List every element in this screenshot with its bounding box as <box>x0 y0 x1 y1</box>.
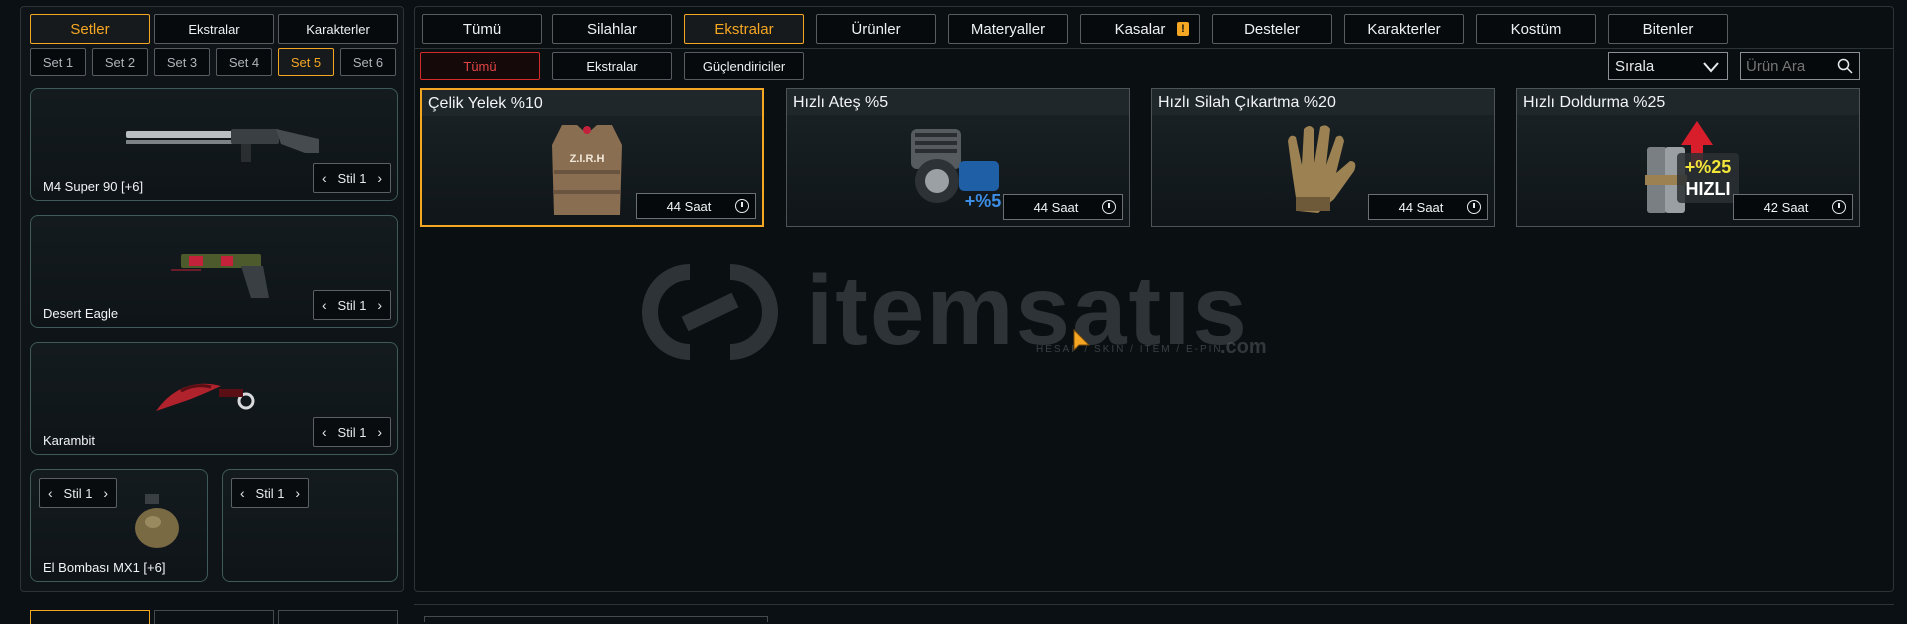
chevron-left-icon[interactable]: ‹ <box>240 485 245 501</box>
chevron-down-icon <box>1703 62 1719 73</box>
item-slot-m4[interactable]: M4 Super 90 [+6] ‹ Stil 1 › <box>30 88 398 201</box>
time-label: 44 Saat <box>666 198 712 214</box>
tab-kasalar[interactable]: Kasalar ! <box>1080 14 1200 44</box>
grenade-icon <box>135 494 179 548</box>
magazine-icon: +%25 HIZLI <box>1645 121 1739 213</box>
vest-icon: Z.I.R.H <box>552 125 622 215</box>
style-selector[interactable]: ‹ Stil 1 › <box>313 290 391 320</box>
pistol-icon <box>171 254 269 298</box>
time-remaining: 44 Saat <box>1003 194 1123 220</box>
chevron-left-icon[interactable]: ‹ <box>322 170 327 186</box>
card-title: Hızlı Doldurma %25 <box>1517 89 1859 115</box>
card-title: Hızlı Ateş %5 <box>787 89 1129 115</box>
tab-karakterler[interactable]: Karakterler <box>1344 14 1464 44</box>
time-label: 44 Saat <box>1033 199 1079 215</box>
subtab-tumu[interactable]: Tümü <box>420 52 540 80</box>
style-selector[interactable]: ‹ Stil 1 › <box>313 417 391 447</box>
vest-badge: Z.I.R.H <box>570 153 605 165</box>
card-title: Çelik Yelek %10 <box>422 90 762 116</box>
card-title: Hızlı Silah Çıkartma %20 <box>1152 89 1494 115</box>
tab-urunler[interactable]: Ürünler <box>816 14 936 44</box>
karambit-icon <box>156 383 255 411</box>
item-name: El Bombası MX1 [+6] <box>43 560 166 575</box>
time-label: 42 Saat <box>1763 199 1809 215</box>
engine-icon: +%5 <box>911 129 1002 211</box>
sort-dropdown[interactable]: Sırala <box>1608 52 1728 80</box>
style-selector[interactable]: ‹ Stil 1 › <box>313 163 391 193</box>
chevron-right-icon[interactable]: › <box>377 170 382 186</box>
watermark-logo-icon <box>642 264 778 360</box>
search-box[interactable] <box>1740 52 1860 80</box>
magazine-badge-top: +%25 <box>1685 157 1732 177</box>
item-slot-deagle[interactable]: Desert Eagle ‹ Stil 1 › <box>30 215 398 328</box>
glove-icon <box>1288 125 1356 213</box>
magazine-badge-bottom: HIZLI <box>1686 179 1731 199</box>
style-label: Stil 1 <box>337 170 367 186</box>
tab-silahlar[interactable]: Silahlar <box>552 14 672 44</box>
chevron-right-icon[interactable]: › <box>103 485 108 501</box>
time-remaining: 42 Saat <box>1733 194 1853 220</box>
main-divider <box>414 48 1894 49</box>
time-label: 44 Saat <box>1398 199 1444 215</box>
style-selector[interactable]: ‹ Stil 1 › <box>39 478 117 508</box>
item-name: Karambit <box>43 433 96 448</box>
watermark-tagline: HESAP / SKIN / ITEM / E-PIN <box>1036 344 1223 355</box>
set-tab-6[interactable]: Set 6 <box>340 48 396 76</box>
tab-materyaller[interactable]: Materyaller <box>948 14 1068 44</box>
tab-bitenler[interactable]: Bitenler <box>1608 14 1728 44</box>
clock-icon <box>1102 200 1116 214</box>
style-label: Stil 1 <box>63 485 93 501</box>
watermark-domain: .com <box>1220 336 1267 358</box>
card-celik-yelek[interactable]: Çelik Yelek %10 Z.I.R.H 44 Saat <box>420 88 764 227</box>
chevron-left-icon[interactable]: ‹ <box>48 485 53 501</box>
item-name: Desert Eagle <box>43 306 119 321</box>
card-hizli-silah-cikartma[interactable]: Hızlı Silah Çıkartma %20 44 Saat <box>1151 88 1495 227</box>
set-tab-2[interactable]: Set 2 <box>92 48 148 76</box>
tab-ekstralar-left[interactable]: Ekstralar <box>154 14 274 44</box>
chevron-left-icon[interactable]: ‹ <box>322 424 327 440</box>
chevron-right-icon[interactable]: › <box>377 424 382 440</box>
chevron-left-icon[interactable]: ‹ <box>322 297 327 313</box>
style-label: Stil 1 <box>255 485 285 501</box>
set-tab-1[interactable]: Set 1 <box>30 48 86 76</box>
item-slot-karambit[interactable]: Karambit ‹ Stil 1 › <box>30 342 398 455</box>
clock-icon <box>1467 200 1481 214</box>
set-tab-4[interactable]: Set 4 <box>216 48 272 76</box>
search-input[interactable] <box>1741 53 1833 79</box>
style-selector[interactable]: ‹ Stil 1 › <box>231 478 309 508</box>
tab-karakterler-left[interactable]: Karakterler <box>278 14 398 44</box>
chevron-right-icon[interactable]: › <box>377 297 382 313</box>
shotgun-icon <box>126 129 319 162</box>
style-label: Stil 1 <box>337 297 367 313</box>
style-label: Stil 1 <box>337 424 367 440</box>
tab-ekstralar[interactable]: Ekstralar <box>684 14 804 44</box>
set-tab-5[interactable]: Set 5 <box>278 48 334 76</box>
tab-desteler[interactable]: Desteler <box>1212 14 1332 44</box>
cursor-icon <box>1073 328 1091 352</box>
tab-setler[interactable]: Setler <box>30 14 150 44</box>
item-name: M4 Super 90 [+6] <box>43 179 144 194</box>
sort-label: Sırala <box>1615 57 1655 75</box>
card-hizli-doldurma[interactable]: Hızlı Doldurma %25 +%25 HIZLI 42 Saat <box>1516 88 1860 227</box>
item-slot-grenade[interactable]: ‹ Stil 1 › El Bombası MX1 [+6] <box>30 469 208 582</box>
time-remaining: 44 Saat <box>1368 194 1488 220</box>
tab-label: Kasalar <box>1114 20 1166 38</box>
main-bottom-divider <box>414 604 1894 605</box>
time-remaining: 44 Saat <box>636 193 756 219</box>
card-hizli-ates[interactable]: Hızlı Ateş %5 +%5 44 Saat <box>786 88 1130 227</box>
subtab-ekstralar[interactable]: Ekstralar <box>552 52 672 80</box>
main-bottom-box <box>424 616 768 622</box>
clock-icon <box>735 199 749 213</box>
chevron-right-icon[interactable]: › <box>295 485 300 501</box>
engine-badge: +%5 <box>965 191 1002 211</box>
tab-tumu[interactable]: Tümü <box>422 14 542 44</box>
search-icon[interactable] <box>1837 58 1853 74</box>
subtab-guclendiriciler[interactable]: Güçlendiriciler <box>684 52 804 80</box>
item-slot-empty[interactable]: ‹ Stil 1 › <box>222 469 398 582</box>
clock-icon <box>1832 200 1846 214</box>
tab-kostum[interactable]: Kostüm <box>1476 14 1596 44</box>
warning-icon: ! <box>1177 22 1189 36</box>
set-tab-3[interactable]: Set 3 <box>154 48 210 76</box>
